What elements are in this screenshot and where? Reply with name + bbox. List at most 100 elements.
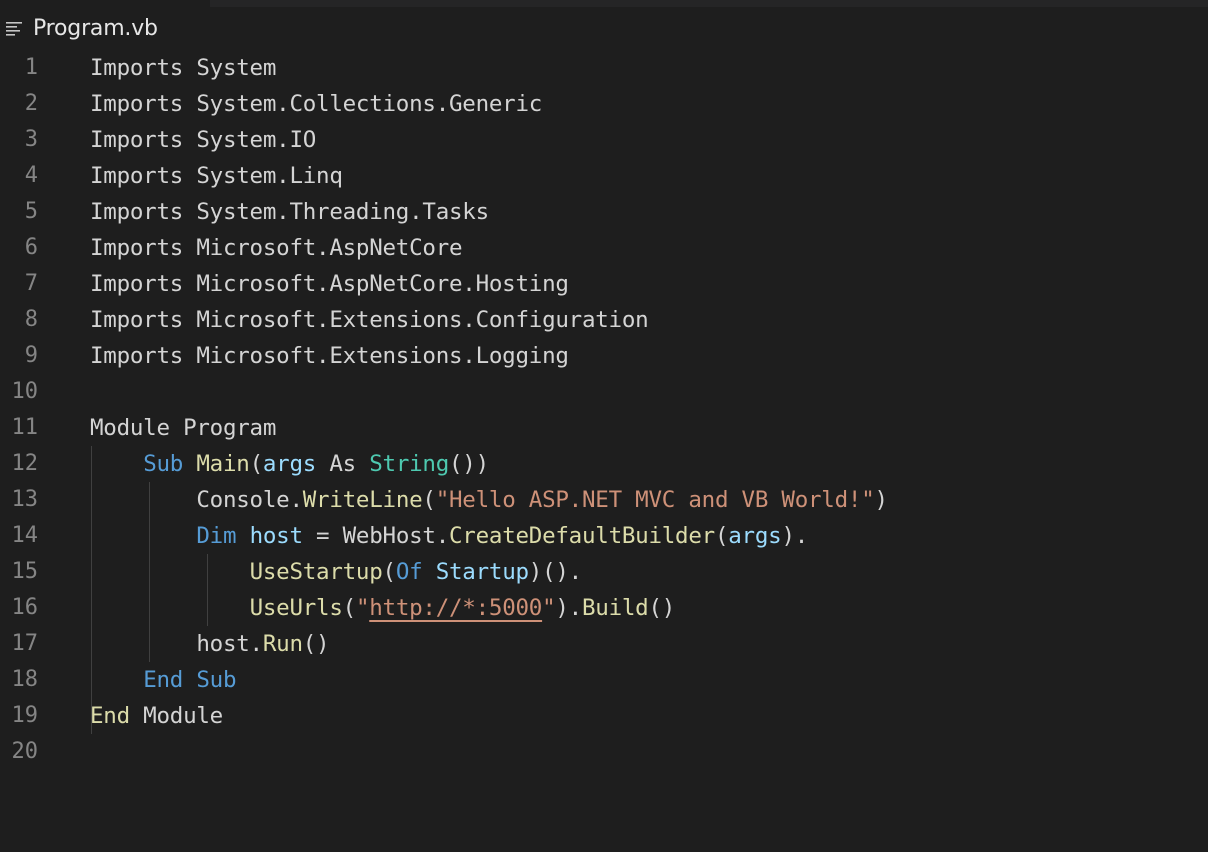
code-token: ( [382,559,397,585]
line-number: 14 [11,523,39,548]
code-line[interactable]: 13 Console.WriteLine("Hello ASP.NET MVC … [0,482,1208,518]
code-token: " [542,595,556,621]
line-number: 1 [24,55,38,80]
code-line[interactable]: 19 End Module [0,698,1208,734]
line-number: 17 [11,631,39,656]
code-token: Imports Microsoft.AspNetCore.Hosting [90,271,569,297]
line-number: 2 [24,91,38,116]
line-number: 19 [11,703,39,728]
line-code: Dim host = WebHost.CreateDefaultBuilder(… [90,518,808,554]
line-number: 5 [24,199,38,224]
line-number: 13 [11,487,39,512]
line-number: 18 [11,667,39,692]
code-line[interactable]: 8 Imports Microsoft.Extensions.Configurat… [0,302,1208,338]
code-token: args [262,451,317,477]
code-line[interactable]: 12 Sub Main(args As String()) [0,446,1208,482]
lines-icon [5,19,23,37]
code-token: ). [555,595,582,621]
line-code: Console.WriteLine("Hello ASP.NET MVC and… [90,482,888,518]
code-token: () [302,631,330,657]
code-token: UseStartup [249,559,383,585]
line-number: 8 [24,307,38,332]
code-token: host. [90,631,263,657]
code-token: ()) [449,451,489,477]
line-code: Module Program [90,410,276,446]
line-number: 6 [24,235,38,260]
code-token: Of [395,559,423,585]
code-line[interactable]: 17 host.Run() [0,626,1208,662]
code-line[interactable]: 15 UseStartup(Of Startup)(). [0,554,1208,590]
code-editor[interactable]: 1 Imports System 2 Imports System.Collectio… [0,50,1208,852]
code-token: ) [874,487,889,513]
code-token: host [249,523,303,549]
line-number: 20 [11,739,39,764]
line-code: Imports Microsoft.AspNetCore [90,230,463,266]
line-code: End Sub [90,662,236,698]
code-token: String [369,451,450,477]
line-number: 12 [11,451,39,476]
code-token: Build [581,595,649,621]
code-line[interactable]: 4 Imports System.Linq [0,158,1208,194]
code-token: Sub [143,451,184,477]
code-line[interactable]: 14 Dim host = WebHost.CreateDefaultBuild… [0,518,1208,554]
line-code: Sub Main(args As String()) [90,446,489,482]
code-line[interactable]: 6 Imports Microsoft.AspNetCore [0,230,1208,266]
line-number: 9 [24,343,38,368]
code-token: Run [262,631,303,657]
code-token: )(). [528,559,582,585]
code-token: Imports Microsoft.AspNetCore [90,235,463,261]
code-line[interactable]: 16 UseUrls("http://*:5000").Build() [0,590,1208,626]
line-code: Imports System.IO [90,122,316,158]
code-line[interactable]: 2 Imports System.Collections.Generic [0,86,1208,122]
line-code: Imports Microsoft.Extensions.Configurati… [90,302,649,338]
tab-file-name: Program.vb [33,15,158,41]
line-number: 3 [24,127,38,152]
code-token: Imports System.Linq [90,163,343,189]
code-token: Imports System.IO [90,127,317,153]
code-token: Imports System [90,55,277,81]
code-token: args [728,523,782,549]
line-number: 15 [11,559,39,584]
editor-tab[interactable]: Program.vb [0,10,158,46]
code-line[interactable]: 10 [0,374,1208,410]
code-line[interactable]: 3 Imports System.IO [0,122,1208,158]
code-line[interactable]: 9 Imports Microsoft.Extensions.Logging [0,338,1208,374]
line-code: host.Run() [90,626,329,662]
line-number: 16 [11,595,39,620]
line-code: Imports System [90,50,276,86]
code-token: Module Program [90,415,277,441]
code-token: As [316,451,370,477]
code-token: ( [249,451,264,477]
code-line[interactable]: 7 Imports Microsoft.AspNetCore.Hosting [0,266,1208,302]
code-token: ( [714,523,729,549]
code-token: ( [422,487,436,513]
code-token: Startup [435,559,529,585]
code-token: Imports System.Threading.Tasks [90,199,489,225]
code-line[interactable]: 5 Imports System.Threading.Tasks [0,194,1208,230]
code-line[interactable]: 11 Module Program [0,410,1208,446]
code-token: UseUrls [249,595,343,621]
code-token: WriteLine [302,487,423,513]
line-code: Imports Microsoft.AspNetCore.Hosting [90,266,569,302]
code-token: Imports System.Collections.Generic [90,91,543,117]
line-code: UseStartup(Of Startup)(). [90,554,583,590]
code-line[interactable]: 1 Imports System [0,50,1208,86]
line-code: Imports System.Linq [90,158,343,194]
code-token: End Sub [143,667,237,693]
top-strip [210,0,1208,7]
code-token: ). [781,523,809,549]
code-line[interactable]: 20 [0,734,1208,770]
code-line[interactable]: 18 End Sub [0,662,1208,698]
code-token: "Hello ASP.NET MVC and VB World!" [435,487,875,513]
code-token: ( [342,595,357,621]
line-number: 4 [24,163,38,188]
line-number: 7 [24,271,38,296]
